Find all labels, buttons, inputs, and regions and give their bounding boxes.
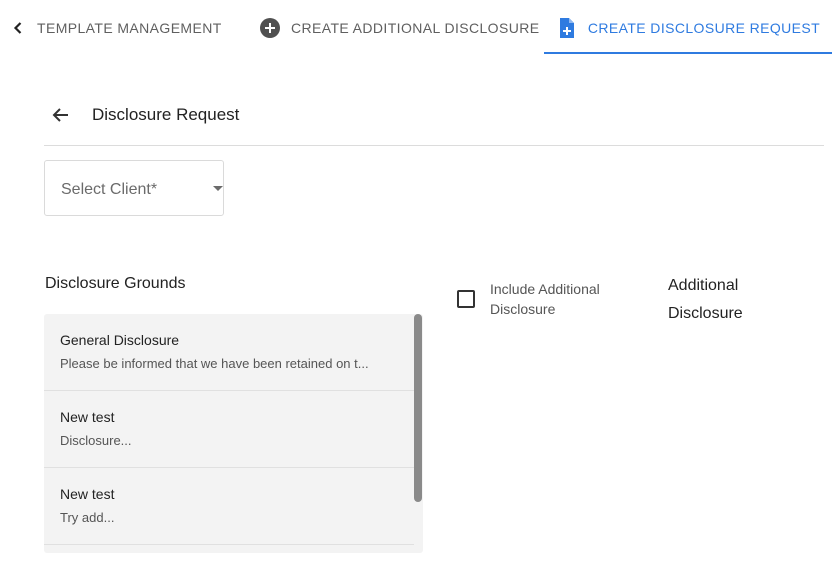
tab-template-management[interactable]: TEMPLATE MANAGEMENT (10, 0, 222, 56)
additional-disclosure-heading: Additional Disclosure (668, 277, 743, 322)
include-additional-disclosure-checkbox[interactable] (457, 290, 475, 308)
list-item-subtitle: Disclosure... (60, 433, 132, 448)
select-client-placeholder: Select Client* (61, 181, 158, 198)
plus-circle-icon (260, 18, 280, 38)
page-header: Disclosure Request (44, 96, 824, 146)
tab-create-additional-disclosure[interactable]: CREATE ADDITIONAL DISCLOSURE (259, 0, 539, 56)
tab-create-disclosure-request-label: CREATE DISCLOSURE REQUEST (587, 20, 821, 36)
tab-template-management-label: TEMPLATE MANAGEMENT (37, 20, 222, 36)
list-item-title: New test (60, 409, 115, 425)
list-item-title: New test (60, 486, 115, 502)
disclosure-grounds-list[interactable]: General Disclosure Please be informed th… (44, 314, 423, 553)
list-item-title: General Disclosure (60, 332, 180, 348)
tab-create-additional-disclosure-label: CREATE ADDITIONAL DISCLOSURE (291, 20, 540, 36)
dropdown-caret-icon (213, 186, 223, 191)
list-item[interactable]: New test Try add... (44, 468, 414, 545)
list-item[interactable]: New test Disclosure... (44, 391, 414, 468)
list-scrollbar[interactable] (414, 314, 422, 502)
chevron-left-icon (13, 22, 22, 34)
list-item-subtitle: Try add... (60, 510, 115, 525)
list-item-subtitle: Please be informed that we have been ret… (60, 356, 369, 371)
file-plus-icon (559, 18, 574, 38)
select-client-dropdown[interactable]: Select Client* (44, 160, 224, 216)
tab-bar: TEMPLATE MANAGEMENT CREATE ADDITIONAL DI… (0, 0, 834, 56)
disclosure-grounds-heading: Disclosure Grounds (45, 275, 186, 292)
include-additional-disclosure-label[interactable]: Include Additional Disclosure (490, 279, 640, 319)
active-tab-indicator (544, 52, 832, 54)
tab-create-disclosure-request[interactable]: CREATE DISCLOSURE REQUEST (544, 0, 832, 56)
arrow-left-icon[interactable] (50, 104, 72, 126)
page-title: Disclosure Request (92, 105, 240, 124)
list-item[interactable]: General Disclosure Please be informed th… (44, 314, 414, 391)
